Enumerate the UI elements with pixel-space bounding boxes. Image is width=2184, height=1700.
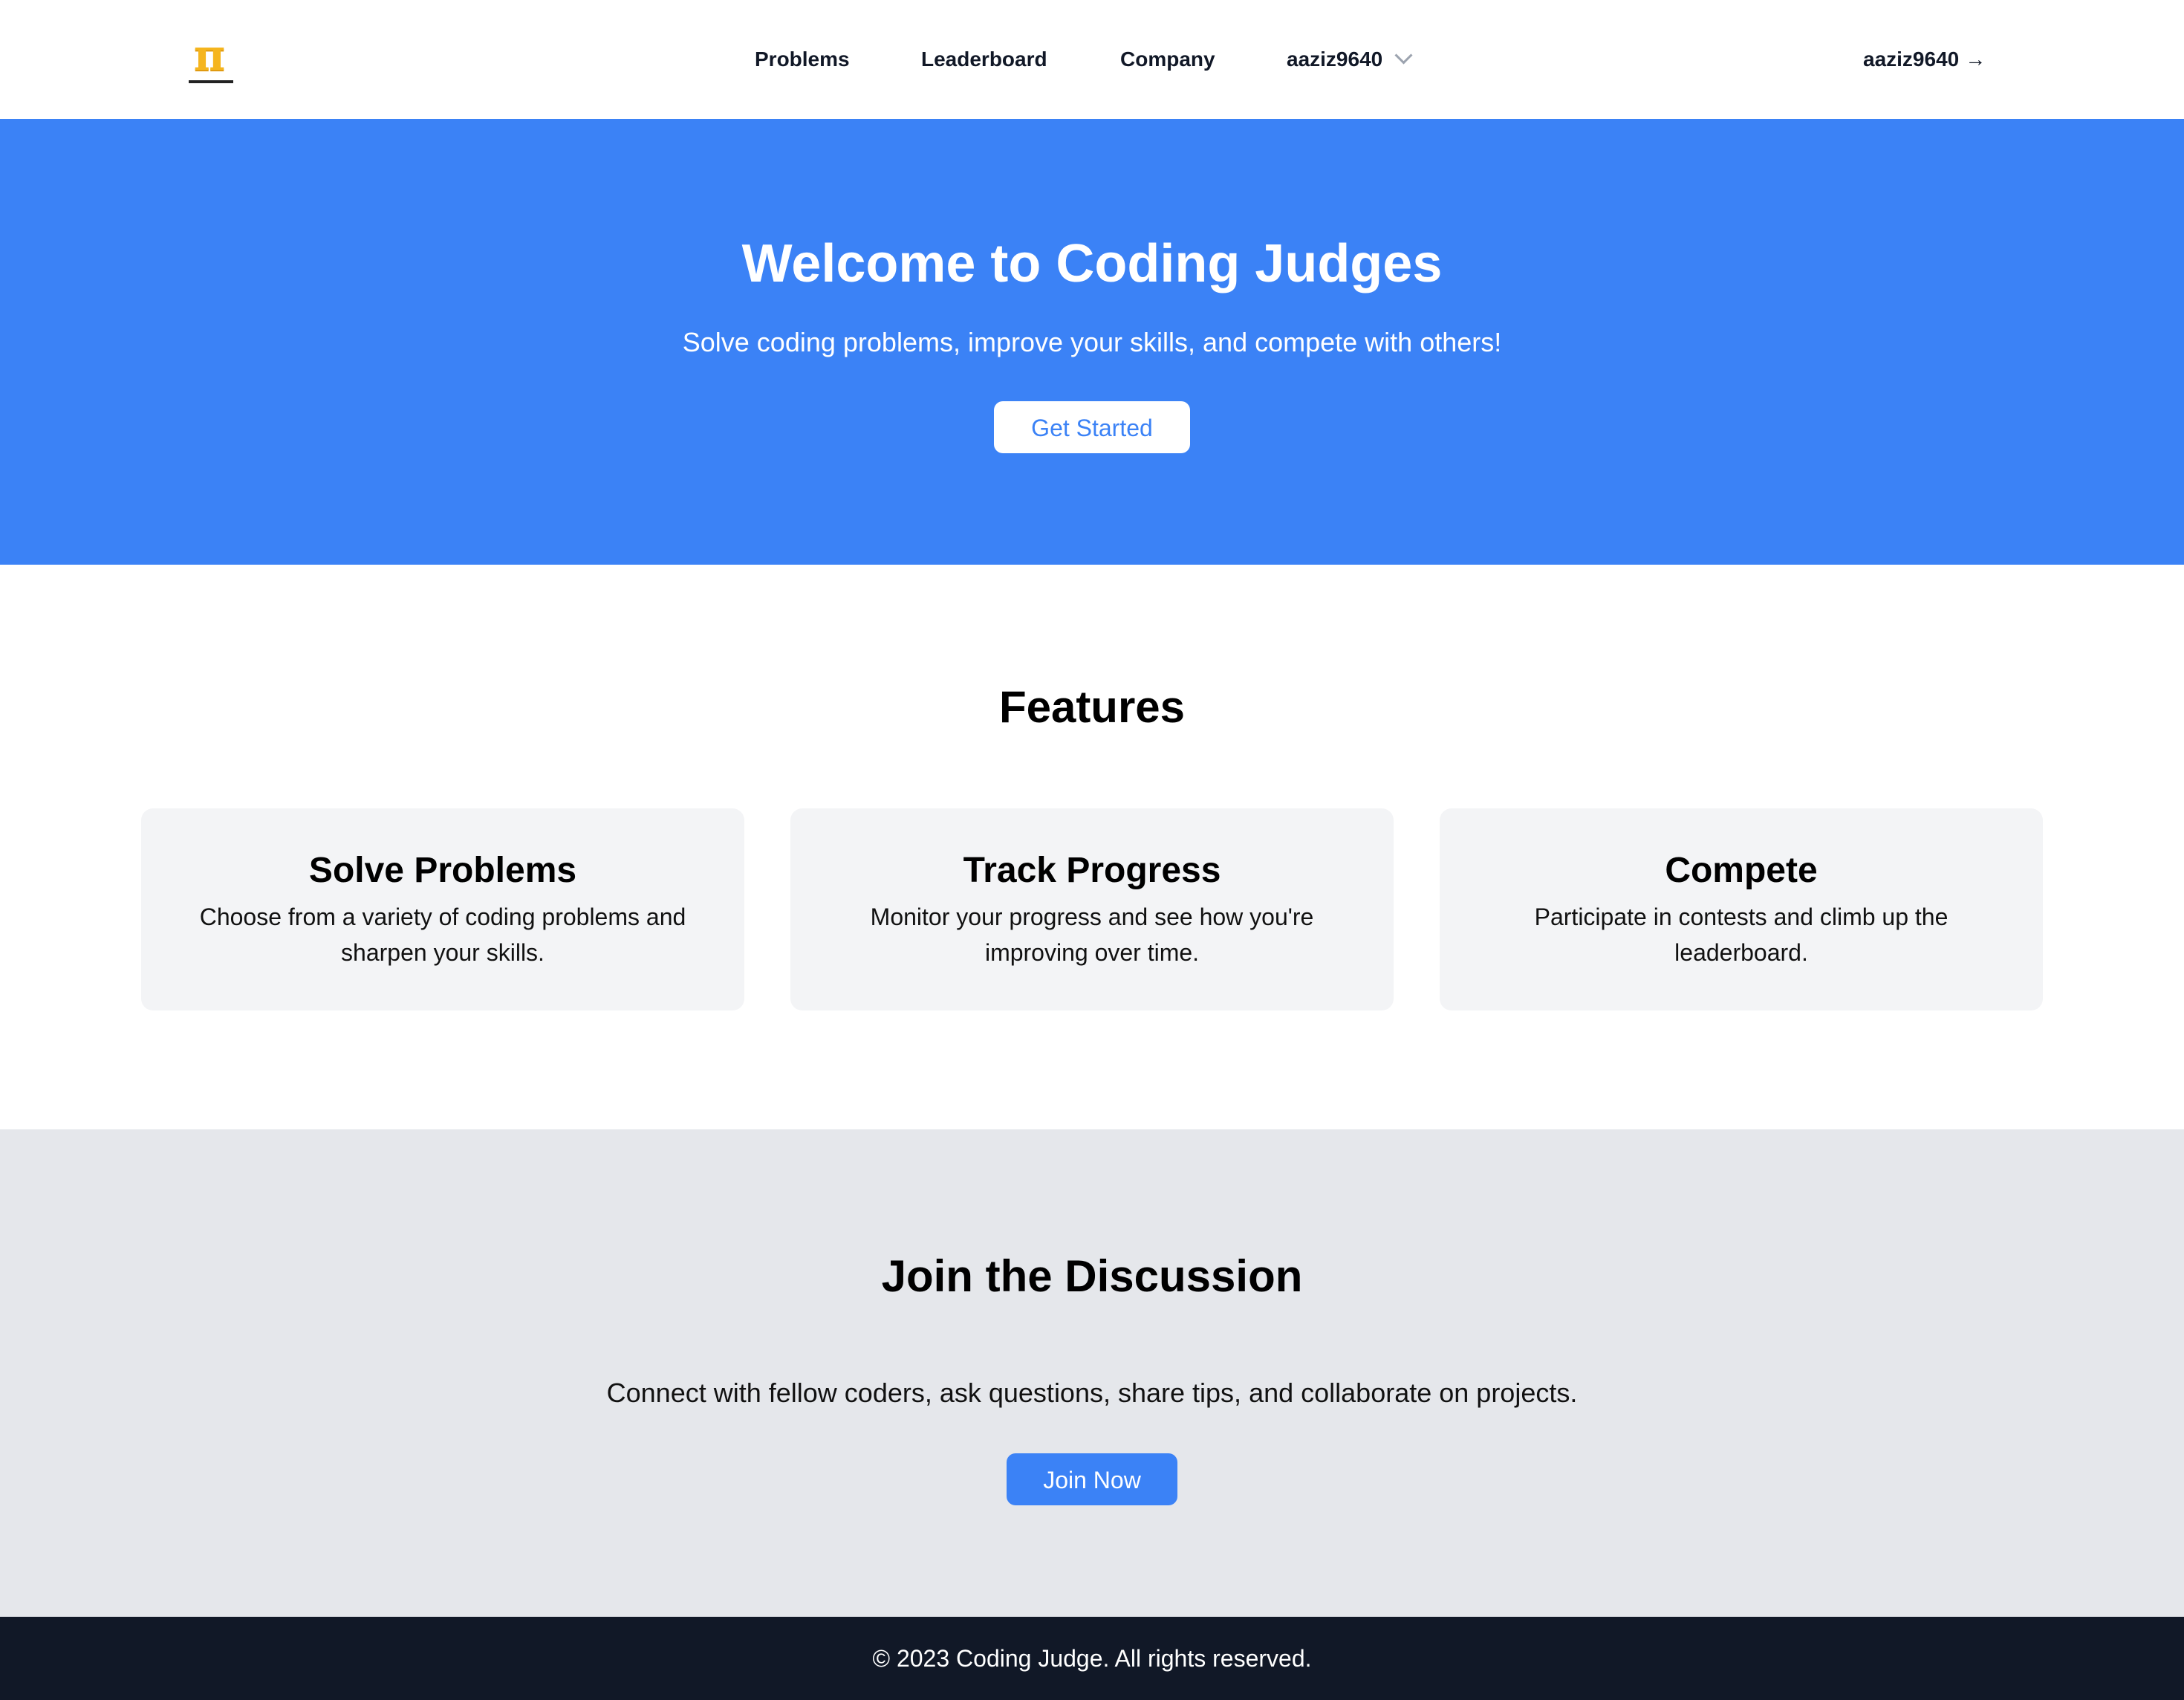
feature-card-title: Track Progress [963, 851, 1221, 890]
discussion-title: Join the Discussion [881, 1251, 1303, 1301]
feature-card-title: Solve Problems [308, 851, 577, 890]
logo-underline [189, 80, 233, 83]
site-header: π Problems Leaderboard Company aaziz9640… [0, 0, 2184, 119]
login-link-label: aaziz9640 [1863, 48, 1960, 71]
features-section: Features Solve Problems Choose from a va… [0, 565, 2184, 1129]
feature-card-solve-problems: Solve Problems Choose from a variety of … [141, 808, 744, 1010]
site-footer: © 2023 Coding Judge. All rights reserved… [0, 1617, 2184, 1700]
feature-card-title: Compete [1665, 851, 1818, 890]
logo[interactable]: π [186, 30, 233, 85]
pi-icon: π [193, 30, 226, 80]
chevron-down-icon [1394, 46, 1413, 65]
footer-copyright: © 2023 Coding Judge. All rights reserved… [872, 1645, 1312, 1672]
get-started-button[interactable]: Get Started [994, 401, 1190, 453]
features-title: Features [998, 682, 1186, 732]
hero-subtitle: Solve coding problems, improve your skil… [682, 327, 1502, 357]
feature-card-description: Monitor your progress and see how you're… [870, 903, 1314, 966]
nav-problems[interactable]: Problems [755, 43, 850, 76]
feature-card-compete: Compete Participate in contests and clim… [1440, 808, 2043, 1010]
discussion-description: Connect with fellow coders, ask question… [606, 1378, 1578, 1408]
discussion-section: Join the Discussion Connect with fellow … [0, 1129, 2184, 1617]
arrow-right-icon: → [1965, 48, 1986, 71]
nav-company[interactable]: Company [1120, 43, 1215, 76]
nav-leaderboard[interactable]: Leaderboard [921, 43, 1047, 76]
feature-card-description: Choose from a variety of coding problems… [199, 903, 686, 966]
nav-user-label: aaziz9640 [1287, 48, 1383, 71]
hero-section: Welcome to Coding Judges Solve coding pr… [0, 119, 2184, 565]
login-link[interactable]: aaziz9640 → [1863, 43, 1986, 76]
join-now-button[interactable]: Join Now [1007, 1453, 1177, 1505]
feature-card-description: Participate in contests and climb up the… [1534, 903, 1949, 966]
nav-user-menu[interactable]: aaziz9640 [1287, 43, 1413, 76]
hero-title: Welcome to Coding Judges [741, 234, 1443, 293]
feature-card-track-progress: Track Progress Monitor your progress and… [790, 808, 1394, 1010]
